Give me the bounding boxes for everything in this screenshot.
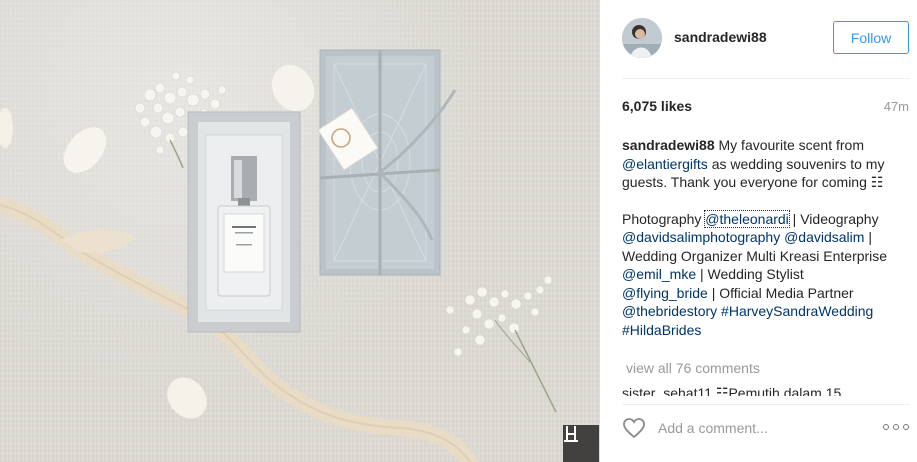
comment-item: sister_sehat11 ☷Pemutih dalam 15 — [622, 385, 842, 396]
view-all-comments-link[interactable]: view all 76 comments — [626, 360, 760, 376]
mention-theleonardi[interactable]: @theleonardi — [704, 209, 790, 228]
caption-text-1: My favourite scent from — [714, 137, 864, 153]
post-time[interactable]: 47m — [884, 99, 909, 114]
credits-photography: Photography — [622, 210, 706, 227]
avatar[interactable] — [622, 18, 662, 58]
mention-davidsalim[interactable]: @davidsalim — [784, 229, 864, 245]
credits-videography: | Videography — [788, 210, 879, 227]
hashtag-hildabrides[interactable]: #HildaBrides — [622, 322, 701, 338]
mention-flying-bride[interactable]: @flying_bride — [622, 285, 708, 301]
credits-stylist: | Wedding Stylist — [696, 266, 804, 282]
photo-badge-icon[interactable] — [563, 425, 599, 462]
mention-elantiergifts[interactable]: @elantiergifts — [622, 156, 708, 172]
post-header: sandradewi88 Follow — [600, 0, 917, 78]
more-options-icon[interactable] — [883, 422, 913, 432]
caption-username[interactable]: sandradewi88 — [622, 137, 715, 153]
post-caption: sandradewi88 My favourite scent from @el… — [622, 136, 892, 357]
follow-button[interactable]: Follow — [833, 21, 909, 54]
photo-illustration — [0, 49, 557, 462]
avatar-image — [622, 18, 662, 58]
add-comment-input[interactable] — [658, 416, 868, 440]
mention-emil-mke[interactable]: @emil_mke — [622, 266, 696, 282]
credits-media: | Official Media Partner — [707, 284, 854, 301]
caption-paragraph-1: sandradewi88 My favourite scent from @el… — [622, 136, 892, 192]
hashtag-harveysandrawedding[interactable]: #HarveySandraWedding — [721, 303, 873, 319]
emoji-box-icon: ☷ — [870, 174, 884, 190]
post-username[interactable]: sandradewi88 — [674, 29, 767, 45]
post-photo[interactable] — [0, 0, 600, 462]
mention-davidsalimphotography[interactable]: @davidsalimphotography — [622, 229, 780, 245]
likes-count[interactable]: 6,075 likes — [622, 98, 692, 114]
caption-paragraph-2: Photography @theleonardi | Videography @… — [622, 209, 892, 340]
heart-icon[interactable] — [622, 417, 646, 439]
mention-thebridestory[interactable]: @thebridestory — [622, 303, 717, 319]
comment-list: sister_sehat11 ☷Pemutih dalam 15 — [622, 384, 892, 396]
post-side-panel: sandradewi88 Follow 6,075 likes 47m sand… — [600, 0, 917, 462]
add-comment-row — [600, 404, 917, 462]
header-divider — [622, 78, 910, 79]
